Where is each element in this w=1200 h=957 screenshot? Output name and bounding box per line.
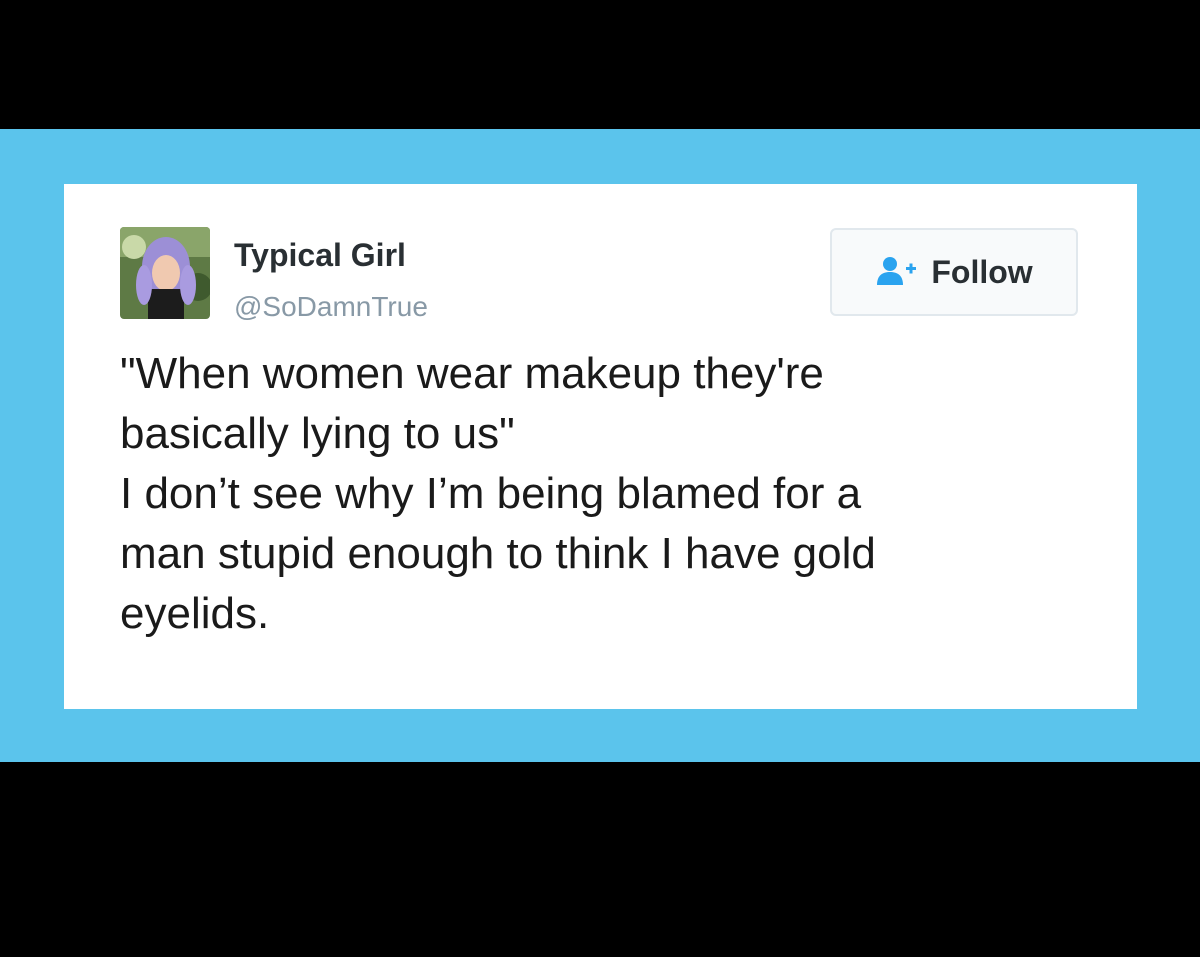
follow-button[interactable]: Follow — [830, 228, 1078, 316]
author-handle[interactable]: @SoDamnTrue — [234, 291, 428, 323]
tweet-text-line: basically lying to us" — [120, 409, 515, 458]
tweet-card: Typical Girl @SoDamnTrue Follow "When wo… — [64, 184, 1137, 709]
profile-photo-icon — [120, 227, 210, 319]
tweet-text-line: man stupid enough to think I have gold — [120, 529, 876, 578]
add-user-icon — [877, 257, 917, 285]
tweet-text-line: eyelids. — [120, 589, 270, 638]
tweet-text-line: "When women wear makeup they're — [120, 349, 824, 398]
follow-label: Follow — [931, 253, 1033, 290]
tweet-text-line: I don’t see why I’m being blamed for a — [120, 469, 862, 518]
avatar[interactable] — [120, 227, 210, 319]
blue-banner: Typical Girl @SoDamnTrue Follow "When wo… — [0, 129, 1200, 762]
tweet-text: "When women wear makeup they're basicall… — [120, 344, 1100, 644]
author-name[interactable]: Typical Girl — [234, 237, 406, 274]
